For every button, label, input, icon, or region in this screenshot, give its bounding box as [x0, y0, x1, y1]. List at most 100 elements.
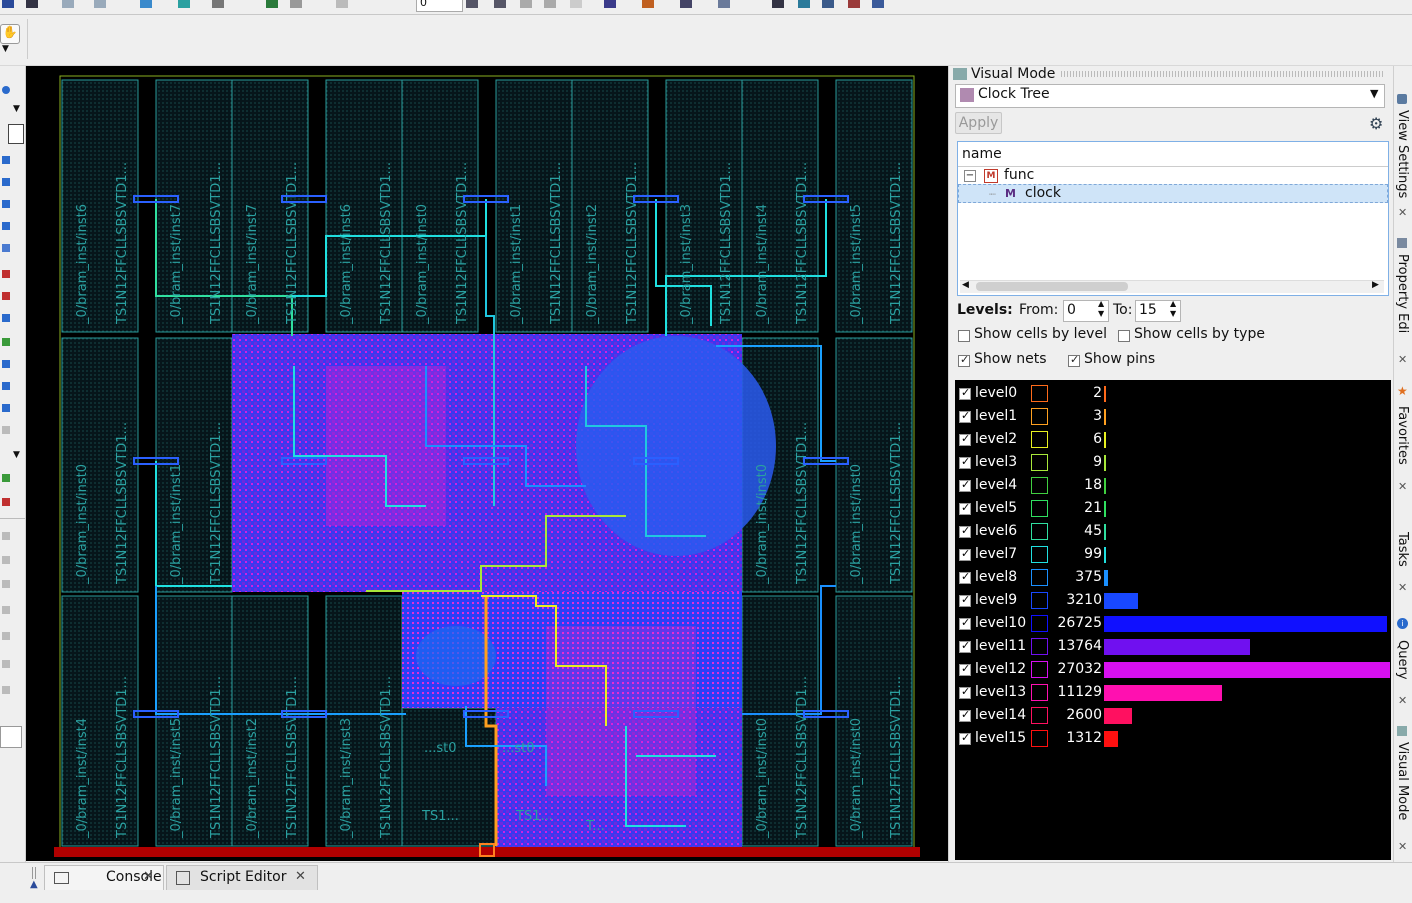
layout-canvas[interactable]: _0/bram_inst/inst6 TS1N12FFCLLSBSVTD1... _… — [26, 66, 948, 861]
select-tool-icon[interactable] — [2, 86, 10, 94]
horizontal-scrollbar[interactable]: ◀ ▶ — [960, 280, 1384, 293]
via-icon[interactable] — [2, 360, 10, 368]
level-row[interactable]: level11 13764 — [955, 636, 1391, 659]
zoom-combo[interactable]: 0 — [416, 0, 463, 12]
level-color-swatch[interactable] — [1031, 730, 1048, 747]
save-icon[interactable] — [2, 0, 14, 8]
layers-icon[interactable] — [680, 0, 692, 8]
chevron-down-icon[interactable]: ▼ — [13, 450, 20, 460]
ruler-icon[interactable] — [336, 0, 348, 8]
close-icon[interactable]: ✕ — [143, 869, 154, 884]
close-icon[interactable]: ✕ — [1398, 206, 1407, 219]
tree-item-clock[interactable]: clock — [1025, 185, 1061, 201]
level-row[interactable]: level9 3210 — [955, 590, 1391, 613]
collapse-icon[interactable]: − — [964, 170, 976, 182]
close-icon[interactable]: ✕ — [1398, 694, 1407, 707]
level-checkbox[interactable] — [959, 524, 971, 538]
poly-icon[interactable] — [2, 244, 10, 252]
level-color-swatch[interactable] — [1031, 500, 1048, 517]
level-checkbox[interactable] — [959, 593, 971, 607]
tab-visual-mode[interactable]: Visual Mode — [1395, 742, 1410, 820]
level-color-swatch[interactable] — [1031, 707, 1048, 724]
tab-property-editor[interactable]: Property Edi — [1395, 254, 1410, 333]
level-row[interactable]: level2 6 — [955, 429, 1391, 452]
level-checkbox[interactable] — [959, 708, 971, 722]
tool3-icon[interactable] — [822, 0, 834, 8]
level-row[interactable]: level4 18 — [955, 475, 1391, 498]
level-checkbox[interactable] — [959, 547, 971, 561]
close-icon[interactable]: ✕ — [1398, 353, 1407, 366]
level-checkbox[interactable] — [959, 501, 971, 515]
scroll-right-icon[interactable]: ▶ — [1372, 280, 1379, 290]
level-checkbox[interactable] — [959, 662, 971, 676]
apply-button[interactable]: Apply — [955, 112, 1002, 134]
level-checkbox[interactable] — [959, 685, 971, 699]
to-spinbox[interactable]: 15 ▲ ▼ — [1135, 299, 1181, 322]
show-pins-checkbox[interactable] — [1068, 353, 1080, 367]
highlight-icon[interactable] — [604, 0, 616, 8]
path-icon[interactable] — [2, 222, 10, 230]
level-row[interactable]: level7 99 — [955, 544, 1391, 567]
select-icon[interactable] — [140, 0, 152, 8]
delete-icon[interactable] — [2, 498, 10, 506]
visual-mode-icon[interactable] — [718, 0, 730, 8]
spin-arrows-icon[interactable]: ▲ ▼ — [1170, 299, 1176, 319]
level-color-swatch[interactable] — [1031, 638, 1048, 655]
redo-icon[interactable] — [290, 0, 302, 8]
wire-icon[interactable] — [212, 0, 224, 8]
level-row[interactable]: level12 27032 — [955, 659, 1391, 682]
from-spinbox[interactable]: 0 ▲ ▼ — [1063, 299, 1109, 322]
zoom-prev-icon[interactable] — [544, 0, 556, 8]
dock-grip[interactable] — [32, 867, 38, 879]
level-row[interactable]: level5 21 — [955, 498, 1391, 521]
cut-icon[interactable] — [62, 0, 74, 8]
zoom-out-icon[interactable] — [520, 0, 532, 8]
tree-view[interactable]: name − M func ┈ M clock ◀ ▶ — [957, 141, 1389, 296]
tool4-icon[interactable] — [848, 0, 860, 8]
pin-icon[interactable] — [2, 338, 10, 346]
tool-dropdown[interactable] — [8, 124, 24, 144]
scroll-left-icon[interactable]: ◀ — [962, 280, 969, 290]
undo-icon[interactable] — [266, 0, 278, 8]
level-color-swatch[interactable] — [1031, 684, 1048, 701]
level-checkbox[interactable] — [959, 455, 971, 469]
group-icon[interactable] — [2, 474, 10, 482]
level-checkbox[interactable] — [959, 386, 971, 400]
close-icon[interactable]: ✕ — [1398, 581, 1407, 594]
save-as-icon[interactable] — [26, 0, 38, 8]
level-color-swatch[interactable] — [1031, 661, 1048, 678]
level-color-swatch[interactable] — [1031, 385, 1048, 402]
tab-favorites[interactable]: Favorites — [1395, 406, 1410, 465]
tool-input[interactable] — [0, 726, 22, 748]
gear-icon[interactable]: ⚙ — [1369, 114, 1383, 133]
level-color-swatch[interactable] — [1031, 592, 1048, 609]
level-row[interactable]: level8 375 — [955, 567, 1391, 590]
panel-grip[interactable] — [1061, 71, 1383, 77]
level-checkbox[interactable] — [959, 409, 971, 423]
move-icon[interactable] — [2, 156, 10, 164]
route-icon[interactable] — [178, 0, 190, 8]
level-row[interactable]: level15 1312 — [955, 728, 1391, 751]
chevron-down-icon[interactable]: ▼ — [1370, 87, 1378, 100]
tab-tasks[interactable]: Tasks — [1395, 532, 1410, 567]
level-row[interactable]: level6 45 — [955, 521, 1391, 544]
level-checkbox[interactable] — [959, 432, 971, 446]
level-row[interactable]: level3 9 — [955, 452, 1391, 475]
tab-view-settings[interactable]: View Settings — [1395, 110, 1410, 198]
marker-icon[interactable] — [2, 270, 10, 278]
scrollbar-thumb[interactable] — [976, 282, 1128, 291]
level-row[interactable]: level13 11129 — [955, 682, 1391, 705]
zoom-in-icon[interactable] — [494, 0, 506, 8]
level-checkbox[interactable] — [959, 570, 971, 584]
level-row[interactable]: level14 2600 — [955, 705, 1391, 728]
tool5-icon[interactable] — [872, 0, 884, 8]
show-nets-checkbox[interactable] — [958, 353, 970, 367]
wire-tool-icon[interactable] — [2, 382, 10, 390]
level-row[interactable]: level1 3 — [955, 406, 1391, 429]
expand-icon[interactable]: ▲ — [30, 879, 38, 890]
tab-console[interactable]: Console ✕ — [44, 865, 164, 890]
chevron-down-icon[interactable]: ▼ — [2, 44, 9, 54]
level-row[interactable]: level10 26725 — [955, 613, 1391, 636]
level-color-swatch[interactable] — [1031, 408, 1048, 425]
level-checkbox[interactable] — [959, 478, 971, 492]
